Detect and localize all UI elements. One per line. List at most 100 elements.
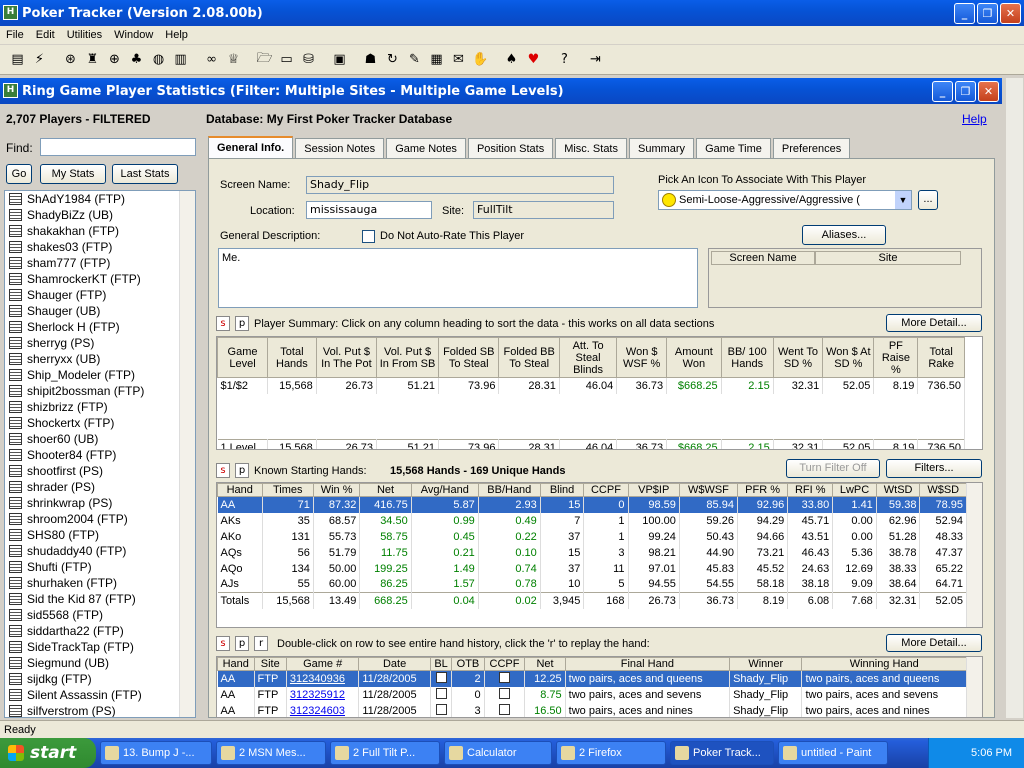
bars-icon[interactable]: ▤ — [8, 50, 27, 69]
player-list-item[interactable]: shroom2004 (FTP) — [5, 511, 195, 527]
player-list-item[interactable]: Shauger (UB) — [5, 303, 195, 319]
hands-s-button[interactable]: s — [216, 463, 230, 478]
auto-rate-checkbox[interactable] — [362, 230, 375, 243]
player-list-item[interactable]: sijdkg (FTP) — [5, 671, 195, 687]
summary-col-header[interactable]: Folded SB To Steal — [438, 337, 500, 378]
summary-col-header[interactable]: Folded BB To Steal — [498, 337, 560, 378]
tab-position-stats[interactable]: Position Stats — [467, 138, 554, 160]
chart-icon[interactable]: ▥ — [171, 50, 190, 69]
player-list-item[interactable]: shakakhan (FTP) — [5, 223, 195, 239]
task-firefox[interactable]: 2 Firefox — [556, 741, 666, 765]
tab-preferences[interactable]: Preferences — [772, 138, 851, 160]
hands-col-header[interactable]: CCPF — [583, 483, 629, 497]
hands-col-header[interactable]: PFR % — [736, 483, 789, 497]
history-checkbox-cell[interactable] — [430, 702, 453, 717]
player-list-item[interactable]: shurhaken (FTP) — [5, 575, 195, 591]
hands-col-header[interactable]: WtSD — [875, 483, 921, 497]
history-r-button[interactable]: r — [254, 636, 268, 651]
menu-edit[interactable]: Edit — [36, 29, 55, 41]
chevron-down-icon[interactable]: ▼ — [895, 191, 911, 209]
table-row[interactable]: AA FTP 312325912 11/28/2005 0 8.75 two pairs, … — [217, 686, 967, 703]
summary-col-header[interactable]: Won $ WSF % — [616, 337, 668, 378]
tab-misc-stats[interactable]: Misc. Stats — [555, 138, 627, 160]
player-list-item[interactable]: ShadyBiZz (UB) — [5, 207, 195, 223]
globe-icon[interactable]: ◍ — [149, 50, 168, 69]
heart-icon[interactable]: ♥ — [524, 50, 543, 69]
mail-icon[interactable]: ✉ — [449, 50, 468, 69]
task-full-tilt[interactable]: 2 Full Tilt P... — [330, 741, 440, 765]
summary-col-header[interactable]: PF Raise % — [873, 337, 919, 378]
player-list-scrollbar[interactable] — [179, 191, 195, 717]
tab-game-notes[interactable]: Game Notes — [386, 138, 466, 160]
tab-summary[interactable]: Summary — [629, 138, 695, 160]
player-list-item[interactable]: shudaddy40 (FTP) — [5, 543, 195, 559]
my-stats-button[interactable]: My Stats — [40, 164, 106, 184]
summary-s-button[interactable]: s — [216, 316, 230, 331]
hand-icon[interactable]: ✋ — [471, 50, 490, 69]
history-checkbox-cell[interactable] — [484, 686, 526, 703]
figure-icon[interactable]: ♜ — [83, 50, 102, 69]
database-icon[interactable]: ⛁ — [299, 50, 318, 69]
player-list-item[interactable]: shipit2bossman (FTP) — [5, 383, 195, 399]
hands-col-header[interactable]: W$WSF — [678, 483, 738, 497]
lifebuoy-icon[interactable]: ⊕ — [105, 50, 124, 69]
player-list-item[interactable]: Sid the Kid 87 (FTP) — [5, 591, 195, 607]
history-col-header[interactable]: Winner — [729, 657, 803, 671]
summary-col-header[interactable]: Total Rake — [917, 337, 965, 378]
find-input[interactable] — [40, 138, 196, 156]
player-list-item[interactable]: shrinkwrap (PS) — [5, 495, 195, 511]
summary-more-detail-button[interactable]: More Detail... — [886, 314, 982, 332]
table-row[interactable]: AQs 56 51.79 11.75 0.21 0.10 15 3 98.21 44.90 73.2… — [217, 544, 967, 561]
chip-icon[interactable]: ⊛ — [61, 50, 80, 69]
history-col-header[interactable]: CCPF — [483, 657, 526, 671]
inner-maximize-button[interactable]: ❐ — [955, 81, 976, 102]
inner-close-button[interactable]: ✕ — [978, 81, 999, 102]
player-list-item[interactable]: SideTrackTap (FTP) — [5, 639, 195, 655]
history-col-header[interactable]: OTB — [451, 657, 485, 671]
alias-col-screen-name[interactable]: Screen Name — [711, 251, 815, 265]
history-col-header[interactable]: Date — [358, 657, 431, 671]
task-bump[interactable]: 13. Bump J -... — [100, 741, 212, 765]
player-list-item[interactable]: Shooter84 (FTP) — [5, 447, 195, 463]
player-list-item[interactable]: shootfirst (PS) — [5, 463, 195, 479]
exit-icon[interactable]: ⇥ — [586, 50, 605, 69]
player-list-item[interactable]: shizbrizz (FTP) — [5, 399, 195, 415]
hands-scrollbar[interactable] — [966, 483, 982, 627]
history-col-header[interactable]: Hand — [217, 657, 255, 671]
player-list-item[interactable]: Shufti (FTP) — [5, 559, 195, 575]
task-poker-tracker[interactable]: Poker Track... — [670, 741, 774, 765]
player-list-item[interactable]: Ship_Modeler (FTP) — [5, 367, 195, 383]
grid-icon[interactable]: ▦ — [427, 50, 446, 69]
summary-col-header[interactable]: Went To SD % — [772, 337, 824, 378]
tab-general-info[interactable]: General Info. — [208, 136, 294, 160]
lightning-icon[interactable]: ⚡ — [30, 50, 49, 69]
row-checkbox[interactable] — [435, 687, 447, 699]
history-col-header[interactable]: BL — [429, 657, 453, 671]
history-scrollbar[interactable] — [966, 657, 982, 717]
chain-icon[interactable]: ∞ — [202, 50, 221, 69]
history-col-header[interactable]: Site — [253, 657, 287, 671]
description-textarea[interactable]: Me. — [218, 248, 698, 308]
player-list[interactable]: ShAdY1984 (FTP) ShadyBiZz (UB) shakakhan (… — [4, 190, 196, 718]
history-checkbox-cell[interactable] — [430, 686, 453, 703]
player-list-item[interactable]: sherryg (PS) — [5, 335, 195, 351]
help-icon[interactable]: ? — [555, 50, 574, 69]
club-icon[interactable]: ♣ — [127, 50, 146, 69]
hands-col-header[interactable]: BB/Hand — [477, 483, 541, 497]
table-row[interactable]: AJs 55 60.00 86.25 1.57 0.78 10 5 94.55 54.55 58.1… — [217, 576, 967, 593]
history-cell[interactable]: 312324603 — [286, 702, 360, 717]
table-row[interactable]: AQo 134 50.00 199.25 1.49 0.74 37 11 97.01 45.83 4… — [217, 560, 967, 577]
alias-col-site[interactable]: Site — [815, 251, 961, 265]
start-button[interactable]: start — [0, 738, 96, 768]
player-list-item[interactable]: shoer60 (UB) — [5, 431, 195, 447]
row-checkbox[interactable] — [498, 671, 510, 683]
player-list-item[interactable]: Shauger (FTP) — [5, 287, 195, 303]
summary-col-header[interactable]: Vol. Put $ In From SB — [375, 337, 440, 378]
spade-icon[interactable]: ♠ — [502, 50, 521, 69]
history-col-header[interactable]: Final Hand — [564, 657, 731, 671]
hands-col-header[interactable]: Blind — [539, 483, 585, 497]
summary-col-header[interactable]: Game Level — [217, 337, 269, 378]
summary-p-button[interactable]: p — [235, 316, 249, 331]
player-list-item[interactable]: Siegmund (UB) — [5, 655, 195, 671]
history-checkbox-cell[interactable] — [484, 670, 526, 687]
